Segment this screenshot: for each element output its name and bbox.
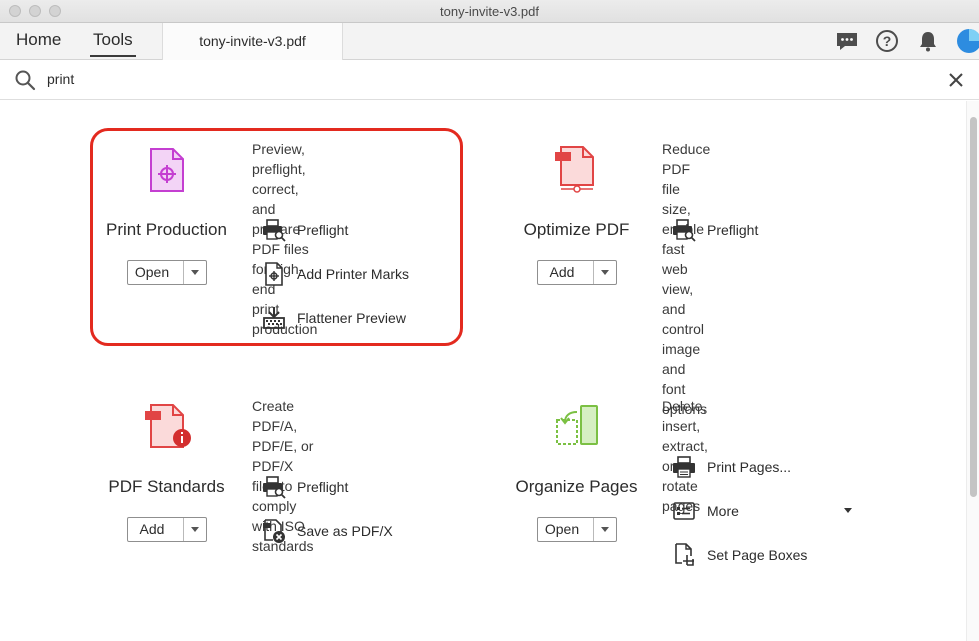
avatar[interactable] — [955, 28, 979, 54]
chevron-down-icon[interactable] — [601, 270, 609, 275]
tool-name: PDF Standards — [108, 477, 225, 496]
open-button[interactable]: Open — [537, 517, 617, 542]
action-preflight[interactable]: Preflight — [672, 218, 758, 242]
print-production-icon[interactable] — [147, 147, 187, 193]
optimize-pdf-icon[interactable] — [553, 145, 599, 195]
vertical-scrollbar[interactable] — [966, 101, 979, 641]
scrollbar-thumb[interactable] — [970, 117, 977, 497]
add-button-label: Add — [139, 521, 165, 537]
svg-text:?: ? — [883, 33, 892, 49]
active-tab-indicator — [90, 55, 136, 57]
window-title: tony-invite-v3.pdf — [440, 4, 539, 19]
action-label: More — [707, 503, 739, 519]
more-chevron-down-icon[interactable] — [844, 508, 852, 513]
tools-results: Print Production Open Preview, preflight… — [0, 101, 966, 641]
chevron-down-icon[interactable] — [191, 527, 199, 532]
button-divider — [183, 261, 184, 284]
description-line: Preview, preflight, correct, and — [252, 141, 306, 217]
action-save-as-pdfx[interactable]: Save as PDF/X — [262, 519, 393, 543]
chevron-down-icon[interactable] — [191, 270, 199, 275]
zoom-window-button[interactable] — [49, 5, 61, 17]
search-input[interactable]: print — [47, 71, 74, 87]
add-button[interactable]: Add — [537, 260, 617, 285]
action-label: Add Printer Marks — [297, 266, 410, 282]
action-label: Flattener Preview — [297, 310, 406, 326]
action-label: Print Pages... — [707, 459, 792, 475]
tab-tools[interactable]: Tools — [93, 30, 133, 50]
action-flattener-preview[interactable]: Flattener Preview — [262, 306, 406, 330]
description-line: Create PDF/A, PDF/E, or PDF/X — [252, 398, 314, 474]
document-tab[interactable]: tony-invite-v3.pdf — [162, 23, 343, 60]
set-page-boxes-icon — [675, 543, 694, 566]
action-label: Preflight — [707, 222, 759, 238]
top-tab-bar: Home Tools tony-invite-v3.pdf ? — [0, 23, 979, 60]
add-button[interactable]: Add — [127, 517, 207, 542]
tool-name: Optimize PDF — [523, 220, 630, 239]
action-preflight[interactable]: Preflight — [262, 475, 348, 499]
action-label: Preflight — [297, 479, 349, 495]
list-icon — [673, 502, 695, 520]
preflight-icon — [673, 219, 696, 242]
close-icon[interactable] — [948, 72, 964, 88]
button-divider — [183, 518, 184, 541]
open-button-label: Open — [134, 264, 170, 280]
help-icon[interactable]: ? — [874, 28, 900, 54]
tool-name: Organize Pages — [515, 477, 638, 496]
open-button-label: Open — [544, 521, 580, 537]
open-button[interactable]: Open — [127, 260, 207, 285]
search-icon — [15, 70, 36, 91]
add-button-label: Add — [549, 264, 575, 280]
bell-icon[interactable] — [915, 28, 941, 54]
tool-search-bar: print — [0, 60, 979, 100]
action-preflight[interactable]: Preflight — [262, 218, 348, 242]
chevron-down-icon[interactable] — [601, 527, 609, 532]
action-add-printer-marks[interactable]: Add Printer Marks — [262, 262, 409, 286]
button-divider — [593, 261, 594, 284]
action-print-pages[interactable]: Print Pages... — [672, 455, 791, 479]
tool-name: Print Production — [106, 220, 227, 239]
save-as-pdfx-icon — [263, 519, 285, 543]
window-titlebar: tony-invite-v3.pdf — [0, 0, 979, 23]
tab-home[interactable]: Home — [16, 30, 61, 50]
pdf-standards-icon[interactable] — [143, 403, 193, 449]
action-set-page-boxes[interactable]: Set Page Boxes — [672, 543, 807, 567]
action-more[interactable]: More — [672, 499, 739, 523]
preflight-icon — [263, 476, 286, 499]
action-label: Preflight — [297, 222, 349, 238]
button-divider — [593, 518, 594, 541]
chat-icon[interactable] — [834, 28, 860, 54]
description-line: fast web view, and control — [662, 241, 705, 337]
preflight-icon — [263, 219, 286, 242]
minimize-window-button[interactable] — [29, 5, 41, 17]
action-label: Save as PDF/X — [297, 523, 393, 539]
printer-icon — [673, 456, 695, 478]
flattener-preview-icon — [263, 307, 285, 329]
printer-marks-icon — [265, 262, 283, 286]
organize-pages-icon[interactable] — [553, 404, 601, 448]
tool-description: Reduce PDF file size, enable fast web vi… — [662, 139, 710, 419]
action-label: Set Page Boxes — [707, 547, 808, 563]
close-window-button[interactable] — [9, 5, 21, 17]
